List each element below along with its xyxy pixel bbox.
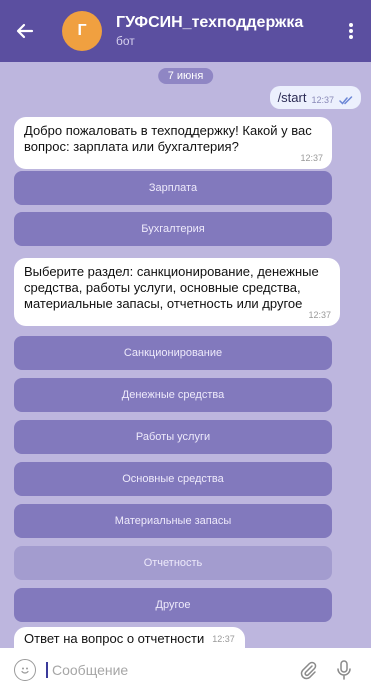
chat-title: ГУФСИН_техподдержка	[116, 14, 304, 31]
microphone-button[interactable]	[331, 657, 357, 683]
keyboard-button-accounting[interactable]: Бухгалтерия	[14, 212, 332, 246]
outgoing-message[interactable]: /start 12:37	[269, 86, 361, 109]
attach-button[interactable]	[295, 657, 321, 683]
keyboard-button-cash[interactable]: Денежные средства	[14, 378, 332, 412]
kebab-menu-icon	[349, 23, 353, 39]
chat-subtitle: бот	[116, 34, 135, 48]
keyboard-button-other[interactable]: Другое	[14, 588, 332, 622]
chat-header: Г ГУФСИН_техподдержка бот	[0, 0, 371, 62]
double-check-icon	[339, 96, 353, 105]
chat-title-block[interactable]: ГУФСИН_техподдержка бот	[116, 14, 331, 48]
outgoing-message-text: /start	[277, 90, 307, 105]
keyboard-button-inventory[interactable]: Материальные запасы	[14, 504, 332, 538]
smile-icon	[21, 667, 29, 674]
microphone-icon	[337, 659, 351, 680]
date-chip: 7 июня	[157, 68, 214, 84]
message-time: 12:37	[300, 153, 323, 163]
message-input[interactable]	[46, 661, 285, 678]
keyboard-button-sanctioning[interactable]: Санкционирование	[14, 336, 332, 370]
incoming-message[interactable]: Ответ на вопрос о отчетности 12:37	[14, 627, 245, 648]
chat-area[interactable]: 7 июня /start 12:37 Добро пожаловать в т…	[0, 62, 371, 648]
keyboard-button-reporting[interactable]: Отчетность	[14, 546, 332, 580]
message-composer	[0, 648, 371, 691]
message-text: Добро пожаловать в техподдержку! Какой у…	[24, 123, 312, 154]
emoji-button[interactable]	[14, 658, 36, 681]
menu-button[interactable]	[331, 0, 371, 62]
message-time: 12:37	[308, 310, 331, 320]
incoming-message[interactable]: Добро пожаловать в техподдержку! Какой у…	[14, 117, 332, 169]
keyboard-button-works-services[interactable]: Работы услуги	[14, 420, 332, 454]
incoming-message[interactable]: Выберите раздел: санкционирование, денеж…	[14, 258, 340, 326]
message-time: 12:37	[212, 634, 235, 644]
message-time: 12:37	[311, 95, 334, 105]
avatar[interactable]: Г	[62, 11, 102, 51]
message-text: Выберите раздел: санкционирование, денеж…	[24, 264, 319, 311]
keyboard-button-fixed-assets[interactable]: Основные средства	[14, 462, 332, 496]
message-text: Ответ на вопрос о отчетности	[24, 631, 205, 646]
paperclip-icon	[300, 661, 317, 679]
back-button[interactable]	[0, 0, 50, 62]
arrow-left-icon	[16, 23, 34, 39]
keyboard-button-salary[interactable]: Зарплата	[14, 171, 332, 205]
